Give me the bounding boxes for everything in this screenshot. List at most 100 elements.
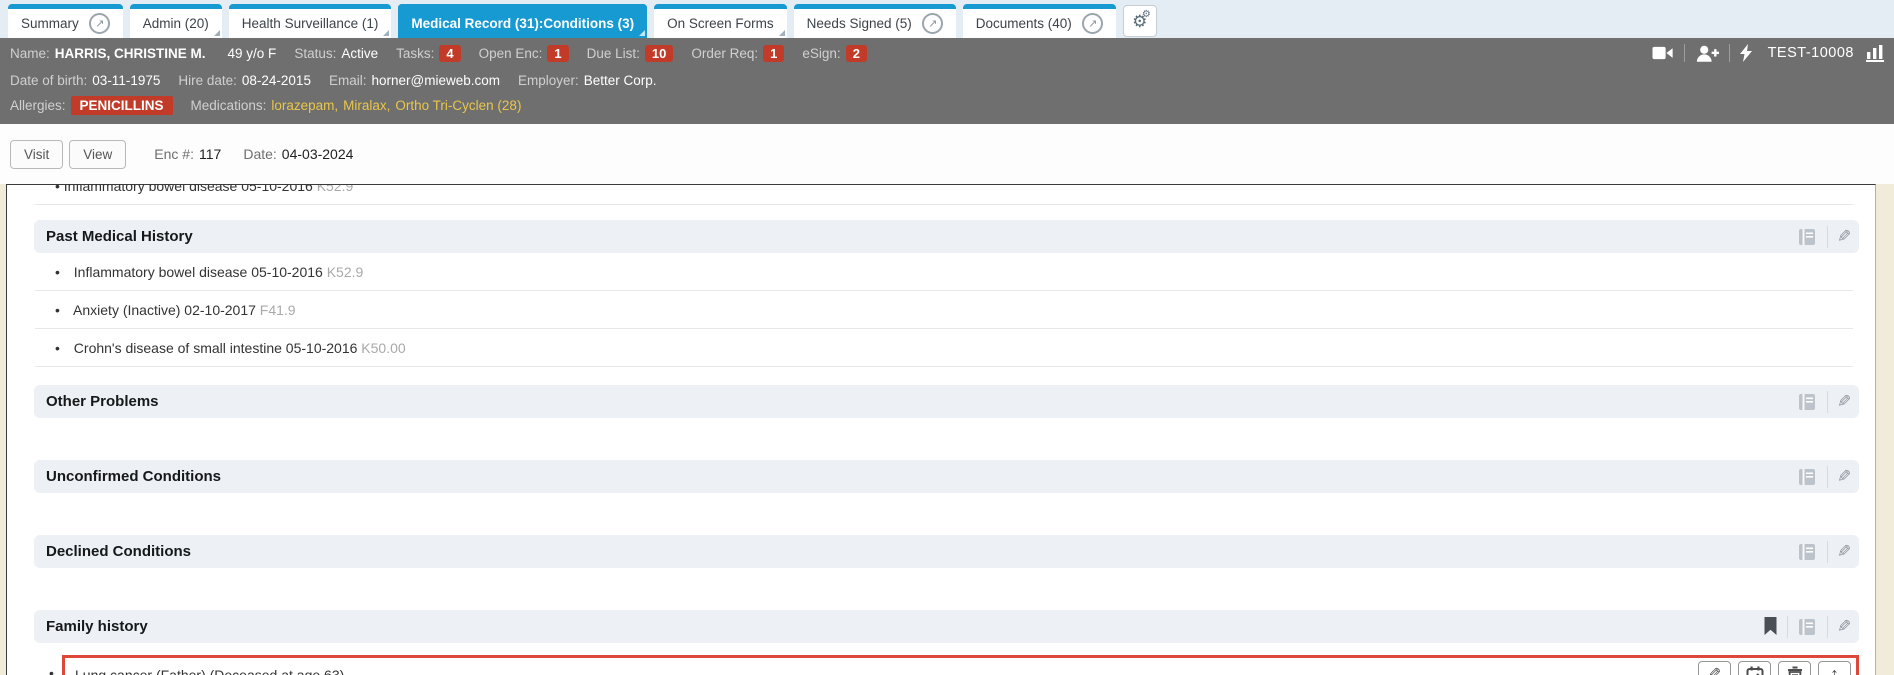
icd-code: F41.9	[260, 302, 296, 318]
popout-icon[interactable]: ↗	[89, 13, 110, 34]
icd-code: K50.00	[361, 340, 405, 356]
esign-label: eSign:	[802, 46, 840, 61]
family-history-text: Lung cancer (Father) (Deceased at age 63…	[75, 667, 344, 675]
edit-pencil-icon[interactable]: ✎	[1837, 467, 1851, 487]
reorder-updown-button[interactable]: ↕	[1818, 661, 1851, 675]
tab-needs-signed-label: Needs Signed (5)	[807, 16, 912, 31]
tasks-count-badge[interactable]: 4	[439, 45, 460, 62]
section-past-medical-history: Past Medical History ✎	[34, 220, 1859, 253]
family-history-row[interactable]: Lung cancer (Father) (Deceased at age 63…	[62, 655, 1859, 675]
section-title: Other Problems	[46, 393, 159, 410]
summarize-book-icon[interactable]	[1797, 228, 1818, 246]
tab-bar: Summary ↗ Admin (20) Health Surveillance…	[0, 0, 1894, 38]
bookmark-icon[interactable]	[1763, 617, 1778, 636]
condition-text: Inflammatory bowel disease 05-10-2016	[74, 264, 323, 280]
delete-trash-button[interactable]	[1778, 661, 1811, 675]
tab-menu-fold-icon	[383, 30, 389, 36]
patient-dob: 03-11-1975	[92, 73, 160, 88]
order-req-label: Order Req:	[691, 46, 758, 61]
tab-medical-record[interactable]: Medical Record (31):Conditions (3)	[398, 4, 647, 38]
tab-summary-label: Summary	[21, 16, 79, 31]
medication-link[interactable]: lorazepam,	[271, 98, 338, 113]
divider	[1827, 226, 1828, 248]
order-req-count-badge[interactable]: 1	[763, 45, 784, 62]
divider	[1827, 541, 1828, 563]
divider	[1827, 466, 1828, 488]
tab-admin[interactable]: Admin (20)	[130, 4, 222, 38]
list-item: • Inflammatory bowel disease 05-10-2016 …	[55, 253, 1875, 280]
list-item: • Anxiety (Inactive) 02-10-2017 F41.9	[55, 291, 1875, 318]
conditions-panel: • Inflammatory bowel disease 05-10-2016 …	[6, 184, 1876, 675]
due-list-label: Due List:	[587, 46, 640, 61]
condition-text: Anxiety (Inactive) 02-10-2017	[73, 302, 256, 318]
patient-id: TEST-10008	[1768, 45, 1854, 61]
open-enc-label: Open Enc:	[479, 46, 543, 61]
status-label: Status:	[294, 46, 336, 61]
allergy-penicillins-badge[interactable]: PENICILLINS	[71, 96, 173, 115]
summarize-book-icon[interactable]	[1797, 618, 1818, 636]
summarize-book-icon[interactable]	[1797, 468, 1818, 486]
section-unconfirmed-conditions: Unconfirmed Conditions ✎	[34, 460, 1859, 493]
list-item-clipped: • Inflammatory bowel disease 05-10-2016 …	[55, 184, 1875, 194]
popout-icon[interactable]: ↗	[922, 13, 943, 34]
section-family-history: Family history ✎	[34, 610, 1859, 643]
video-camera-icon[interactable]	[1652, 46, 1674, 60]
edit-pencil-icon[interactable]: ✎	[1837, 617, 1851, 637]
tab-health-surveillance-label: Health Surveillance (1)	[242, 16, 379, 31]
edit-pencil-icon[interactable]: ✎	[1837, 227, 1851, 247]
tasks-label: Tasks:	[396, 46, 434, 61]
divider	[35, 366, 1853, 367]
visit-button[interactable]: Visit	[10, 140, 63, 169]
email-label: Email:	[329, 73, 367, 88]
section-title: Past Medical History	[46, 228, 193, 245]
tab-documents[interactable]: Documents (40) ↗	[963, 4, 1116, 38]
due-list-count-badge[interactable]: 10	[645, 45, 673, 62]
patient-header: Name: HARRIS, CHRISTINE M. 49 y/o F Stat…	[0, 38, 1894, 124]
tab-on-screen-forms-label: On Screen Forms	[667, 16, 774, 31]
section-declined-conditions: Declined Conditions ✎	[34, 535, 1859, 568]
section-title: Declined Conditions	[46, 543, 191, 560]
enc-date-value: 04-03-2024	[282, 146, 354, 162]
enc-date-label: Date:	[243, 146, 276, 162]
divider	[1787, 616, 1788, 638]
tab-summary[interactable]: Summary ↗	[8, 4, 123, 38]
bullet-icon: •	[55, 340, 60, 356]
summarize-book-icon[interactable]	[1797, 543, 1818, 561]
tab-menu-fold-icon	[214, 30, 220, 36]
popout-icon[interactable]: ↗	[1082, 13, 1103, 34]
medication-link[interactable]: Ortho Tri-Cyclen (28)	[395, 98, 521, 113]
tab-health-surveillance[interactable]: Health Surveillance (1)	[229, 4, 392, 38]
open-enc-count-badge[interactable]: 1	[547, 45, 568, 62]
summarize-book-icon[interactable]	[1797, 393, 1818, 411]
patient-age-sex: 49 y/o F	[228, 46, 277, 61]
tab-medical-record-label: Medical Record (31):Conditions (3)	[411, 16, 634, 31]
calendar-check-button[interactable]	[1738, 661, 1771, 675]
gear-small-icon: ⚙	[1142, 9, 1151, 20]
tab-menu-fold-icon	[779, 30, 785, 36]
bullet-icon: •	[55, 302, 60, 318]
dob-label: Date of birth:	[10, 73, 87, 88]
settings-gear-button[interactable]: ⚙ ⚙	[1123, 5, 1157, 37]
medication-link[interactable]: Miralax,	[343, 98, 390, 113]
tab-on-screen-forms[interactable]: On Screen Forms	[654, 4, 787, 38]
tab-documents-label: Documents (40)	[976, 16, 1072, 31]
tab-needs-signed[interactable]: Needs Signed (5) ↗	[794, 4, 956, 38]
patient-email: horner@mieweb.com	[371, 73, 500, 88]
icd-code: K52.9	[317, 184, 354, 194]
esign-count-badge[interactable]: 2	[846, 45, 867, 62]
tab-admin-label: Admin (20)	[143, 16, 209, 31]
medications-label: Medications:	[191, 98, 267, 113]
edit-pencil-icon[interactable]: ✎	[1837, 542, 1851, 562]
view-button[interactable]: View	[69, 140, 126, 169]
employer-label: Employer:	[518, 73, 579, 88]
chart-stats-icon[interactable]	[1866, 45, 1884, 62]
enc-number-value: 117	[199, 146, 221, 162]
quick-action-bolt-icon[interactable]	[1740, 44, 1752, 62]
tab-menu-fold-icon	[639, 30, 645, 36]
condition-text: Inflammatory bowel disease 05-10-2016	[64, 184, 313, 194]
section-title: Unconfirmed Conditions	[46, 468, 221, 485]
hire-date-label: Hire date:	[178, 73, 237, 88]
edit-item-button[interactable]: ✎	[1698, 661, 1731, 675]
edit-pencil-icon[interactable]: ✎	[1837, 392, 1851, 412]
add-user-icon[interactable]	[1695, 45, 1719, 62]
